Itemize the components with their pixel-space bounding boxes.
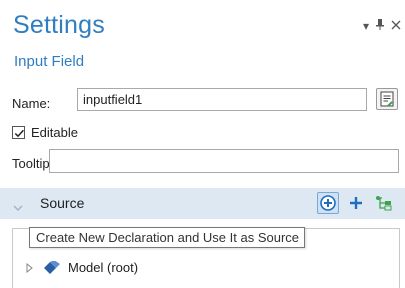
chevron-down-icon[interactable] xyxy=(13,199,23,217)
tree-action-button[interactable] xyxy=(373,192,395,214)
model-icon xyxy=(44,260,60,274)
tree-item-label: Model (root) xyxy=(68,260,139,275)
editable-label: Editable xyxy=(31,125,78,140)
add-circle-icon xyxy=(320,195,336,211)
name-label: Name: xyxy=(12,96,51,111)
close-icon[interactable] xyxy=(391,20,401,32)
documentation-button[interactable] xyxy=(376,88,398,110)
expand-arrow-icon[interactable] xyxy=(25,262,35,273)
name-field[interactable]: inputfield1 xyxy=(77,88,367,111)
panel-title: Settings xyxy=(13,11,105,39)
plus-icon xyxy=(350,197,362,209)
pin-icon[interactable] xyxy=(376,19,384,32)
editable-checkbox[interactable] xyxy=(12,126,25,139)
tooltip-label: Tooltip: xyxy=(12,156,54,171)
tooltip-field[interactable] xyxy=(49,149,399,173)
document-icon xyxy=(380,91,394,107)
window-controls: ▾ xyxy=(363,19,401,32)
add-to-source-button[interactable] xyxy=(347,192,365,214)
create-declaration-button[interactable] xyxy=(317,192,339,214)
panel-subtitle: Input Field xyxy=(14,53,85,70)
tooltip-popup: Create New Declaration and Use It as Sou… xyxy=(29,227,306,248)
source-title: Source xyxy=(40,195,85,211)
tree-node-icon xyxy=(376,196,392,211)
dropdown-icon[interactable]: ▾ xyxy=(363,20,369,32)
tree-item-model-root[interactable]: Model (root) xyxy=(25,260,138,275)
checkmark-icon xyxy=(14,129,24,138)
